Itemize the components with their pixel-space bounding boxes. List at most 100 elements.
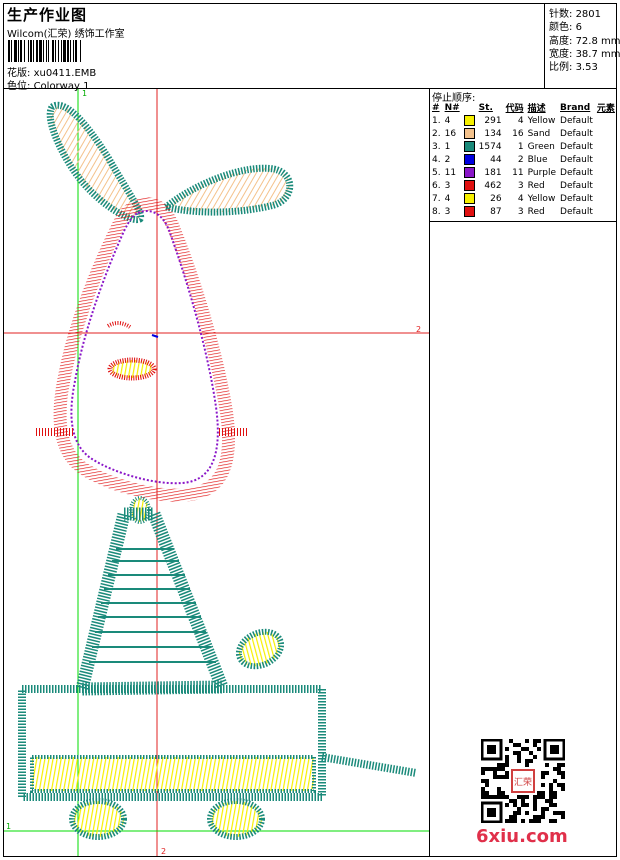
col-index: #: [432, 102, 440, 113]
seal-text: 汇荣: [514, 776, 532, 788]
guide-label-h1: 1: [6, 822, 11, 831]
row-desc: Red: [527, 180, 545, 191]
stop-row: 1. 4 291 4 Yellow Default: [430, 114, 617, 127]
row-swatch: [462, 192, 477, 205]
row-desc: Red: [527, 206, 545, 217]
qr-code-icon: 汇荣: [481, 739, 565, 823]
row-needle: 16: [444, 128, 457, 139]
watermark: 6xiu.com: [476, 826, 568, 847]
row-desc: Yellow: [527, 115, 556, 126]
cart-wheel-left: [69, 798, 127, 840]
row-element: [595, 127, 617, 140]
guide-label-h2: 2: [416, 325, 421, 334]
spec-colors: 颜色: 6: [549, 22, 582, 33]
color-swatch: [463, 193, 475, 204]
color-swatch: [463, 206, 475, 217]
color-swatch: [463, 154, 475, 165]
row-stitches: 44: [490, 154, 502, 165]
stop-row: 8. 3 87 3 Red Default: [430, 205, 617, 218]
row-index: 7.: [432, 193, 441, 204]
row-needle: 4: [444, 115, 451, 126]
col-brand: Brand: [560, 102, 591, 113]
row-desc: Blue: [527, 154, 548, 165]
design-drawing: 1 2 1 2: [4, 89, 429, 856]
row-brand: Default: [560, 167, 593, 178]
eye-mark: [106, 321, 132, 329]
row-brand: Default: [560, 128, 593, 139]
spec-scale: 比例: 3.53: [549, 62, 598, 73]
row-element: [595, 140, 617, 153]
row-element: [595, 205, 617, 218]
tail-ball: [235, 628, 285, 670]
row-stitches: 134: [484, 128, 502, 139]
row-brand: Default: [560, 154, 593, 165]
row-swatch: [462, 179, 477, 192]
color-swatch: [463, 180, 475, 191]
row-stitches: 26: [490, 193, 502, 204]
cart: [18, 685, 417, 840]
software-name: Wilcom(汇荣) 绣饰工作室: [7, 29, 125, 40]
row-needle: 1: [444, 141, 451, 152]
row-element: [595, 114, 617, 127]
barcode-icon: [8, 40, 81, 62]
stop-row: 4. 2 44 2 Blue Default: [430, 153, 617, 166]
bunny-head: [36, 197, 249, 502]
row-desc: Sand: [527, 128, 551, 139]
row-stitches: 1574: [478, 141, 502, 152]
row-needle: 11: [444, 167, 457, 178]
row-index: 6.: [432, 180, 441, 191]
row-desc: Yellow: [527, 193, 556, 204]
row-needle: 3: [444, 180, 451, 191]
guide-label-v2: 2: [161, 847, 166, 856]
row-swatch: [462, 166, 477, 179]
spec-panel: 针数: 2801 颜色: 6 高度: 72.8 mm 宽度: 38.7 mm 比…: [544, 4, 620, 88]
row-brand: Default: [560, 206, 593, 217]
row-swatch: [462, 127, 477, 140]
embroidery-preview: 1 2 1 2: [4, 89, 429, 856]
row-element: [595, 179, 617, 192]
row-index: 5.: [432, 167, 441, 178]
row-index: 2.: [432, 128, 441, 139]
col-swatch: [462, 101, 477, 114]
row-stitches: 462: [484, 180, 502, 191]
row-element: [595, 153, 617, 166]
row-swatch: [462, 153, 477, 166]
left-ear: [46, 101, 145, 224]
row-desc: Green: [527, 141, 555, 152]
row-brand: Default: [560, 193, 593, 204]
stop-sequence-table: # N# St. 代码 描述 Brand 元素 1. 4 291 4 Yellow Def…: [430, 101, 617, 218]
row-needle: 2: [444, 154, 451, 165]
stops-divider: [430, 221, 616, 222]
color-swatch: [463, 115, 475, 126]
row-code: 16: [512, 128, 524, 139]
bunny-body: [73, 507, 232, 696]
row-needle: 4: [444, 193, 451, 204]
row-brand: Default: [560, 115, 593, 126]
row-needle: 3: [444, 206, 451, 217]
stop-row: 7. 4 26 4 Yellow Default: [430, 192, 617, 205]
color-swatch: [463, 141, 475, 152]
row-code: 4: [517, 193, 524, 204]
color-swatch: [463, 128, 475, 139]
row-code: 3: [517, 180, 524, 191]
row-swatch: [462, 114, 477, 127]
row-index: 4.: [432, 154, 441, 165]
mouth-mark: [107, 357, 157, 381]
row-desc: Purple: [527, 167, 557, 178]
col-needle: N#: [444, 102, 460, 113]
row-code: 2: [517, 154, 524, 165]
row-code: 11: [512, 167, 524, 178]
col-code: 代码: [505, 104, 524, 114]
row-stitches: 181: [484, 167, 502, 178]
color-swatch: [463, 167, 475, 178]
right-ear: [158, 164, 294, 216]
guide-label-v1: 1: [82, 89, 87, 98]
row-index: 8.: [432, 206, 441, 217]
header-info: 生产作业图 Wilcom(汇荣) 绣饰工作室 花版: xu0411.EMB 色位…: [4, 4, 544, 92]
stop-sequence-panel: 停止顺序: # N# St. 代码 描述 Brand 元素 1. 4 291 4 Yel…: [430, 89, 616, 221]
row-swatch: [462, 140, 477, 153]
stop-row: 2. 16 134 16 Sand Default: [430, 127, 617, 140]
row-code: 1: [517, 141, 524, 152]
stop-row: 6. 3 462 3 Red Default: [430, 179, 617, 192]
cart-wheel-right: [207, 798, 265, 840]
